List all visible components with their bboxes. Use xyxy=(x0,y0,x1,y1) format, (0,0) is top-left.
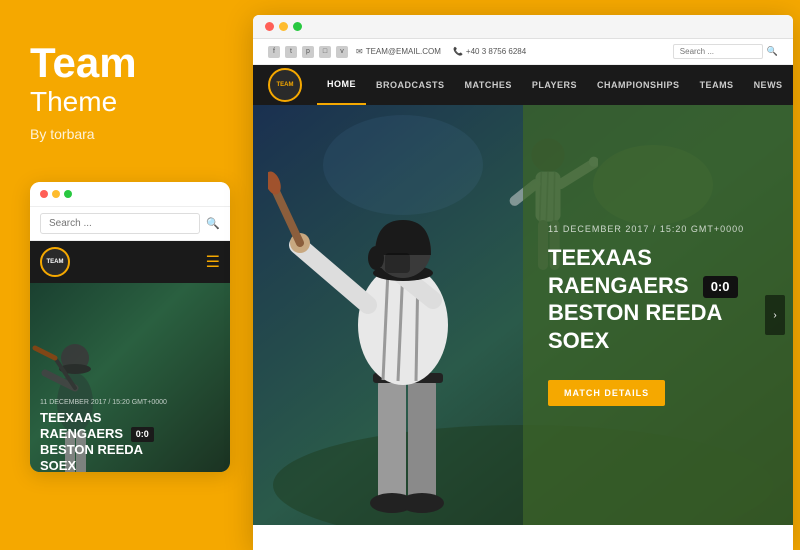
desktop-top-bar xyxy=(253,15,793,39)
utility-contact: ✉ TEAM@EMAIL.COM 📞 +40 3 8756 6284 xyxy=(356,47,526,56)
utility-phone: 📞 +40 3 8756 6284 xyxy=(453,47,526,56)
mobile-logo: TEAM xyxy=(40,247,70,277)
theme-author: By torbara xyxy=(30,126,215,142)
desktop-search-input[interactable] xyxy=(673,44,763,59)
hero-match-title: TEEXAAS RAENGAERS 0:0 BESTON REEDA SOEX xyxy=(548,244,768,354)
phone-icon: 📞 xyxy=(453,47,463,56)
desktop-search-icon[interactable]: 🔍 xyxy=(767,46,778,57)
desktop-mockup: f t p □ v ✉ TEAM@EMAIL.COM 📞 +40 3 8756 … xyxy=(253,15,793,550)
hero-next-arrow[interactable]: › xyxy=(765,295,785,335)
mobile-nav-bar: TEAM ☰ xyxy=(30,241,230,283)
nav-item-news[interactable]: NEWS xyxy=(744,65,793,105)
pinterest-icon[interactable]: p xyxy=(302,46,314,58)
utility-left: f t p □ v ✉ TEAM@EMAIL.COM 📞 +40 3 8756 … xyxy=(268,46,526,58)
utility-social-icons: f t p □ v xyxy=(268,46,348,58)
desktop-logo: TEAM xyxy=(268,68,302,102)
desktop-utility-bar: f t p □ v ✉ TEAM@EMAIL.COM 📞 +40 3 8756 … xyxy=(253,39,793,65)
mobile-dot-red xyxy=(40,190,48,198)
theme-title: Team Theme xyxy=(30,40,215,126)
mobile-top-bar xyxy=(30,182,230,207)
vimeo-icon[interactable]: v xyxy=(336,46,348,58)
nav-item-broadcasts[interactable]: BROADCASTS xyxy=(366,65,455,105)
desktop-dot-green xyxy=(293,22,302,31)
nav-item-teams[interactable]: TEAMS xyxy=(690,65,744,105)
nav-item-matches[interactable]: MATCHES xyxy=(455,65,522,105)
mobile-hero-title: TEEXAAS RAENGAERS 0:0 BESTON REEDA SOEX xyxy=(40,410,220,472)
desktop-nav-items: HOME BROADCASTS MATCHES PLAYERS CHAMPION… xyxy=(317,65,793,105)
mobile-hero-content: 11 DECEMBER 2017 / 15:20 GMT+0000 TEEXAA… xyxy=(40,399,220,472)
instagram-icon[interactable]: □ xyxy=(319,46,331,58)
facebook-icon[interactable]: f xyxy=(268,46,280,58)
desktop-dot-red xyxy=(265,22,274,31)
hero-date: 11 DECEMBER 2017 / 15:20 GMT+0000 xyxy=(548,224,768,234)
mobile-hero-date: 11 DECEMBER 2017 / 15:20 GMT+0000 xyxy=(40,399,220,406)
mobile-search-icon: 🔍 xyxy=(206,217,220,230)
utility-search: 🔍 xyxy=(673,44,778,59)
mobile-score-badge: 0:0 xyxy=(131,427,154,442)
mobile-dot-green xyxy=(64,190,72,198)
mobile-search-input[interactable] xyxy=(40,213,200,234)
mobile-hero: 11 DECEMBER 2017 / 15:20 GMT+0000 TEEXAA… xyxy=(30,283,230,472)
mobile-mockup: 🔍 TEAM ☰ xyxy=(30,182,230,472)
left-panel: Team Theme By torbara 🔍 TEAM ☰ xyxy=(0,0,245,550)
hero-player-figure xyxy=(268,125,528,525)
desktop-hero: 11 DECEMBER 2017 / 15:20 GMT+0000 TEEXAA… xyxy=(253,105,793,525)
utility-email: ✉ TEAM@EMAIL.COM xyxy=(356,47,441,56)
desktop-dot-yellow xyxy=(279,22,288,31)
nav-item-players[interactable]: PLAYERS xyxy=(522,65,587,105)
nav-item-home[interactable]: HOME xyxy=(317,65,366,105)
mobile-dot-yellow xyxy=(52,190,60,198)
email-icon: ✉ xyxy=(356,47,363,56)
mobile-search-bar: 🔍 xyxy=(30,207,230,241)
hero-score-badge: 0:0 xyxy=(703,276,738,298)
desktop-nav: TEAM HOME BROADCASTS MATCHES PLAYERS CHA… xyxy=(253,65,793,105)
match-details-button[interactable]: MATCH DETAILS xyxy=(548,380,665,406)
nav-item-championships[interactable]: CHAMPIONSHIPS xyxy=(587,65,690,105)
mobile-hamburger-icon[interactable]: ☰ xyxy=(206,252,220,272)
twitter-icon[interactable]: t xyxy=(285,46,297,58)
hero-overlay-right: 11 DECEMBER 2017 / 15:20 GMT+0000 TEEXAA… xyxy=(523,105,793,525)
